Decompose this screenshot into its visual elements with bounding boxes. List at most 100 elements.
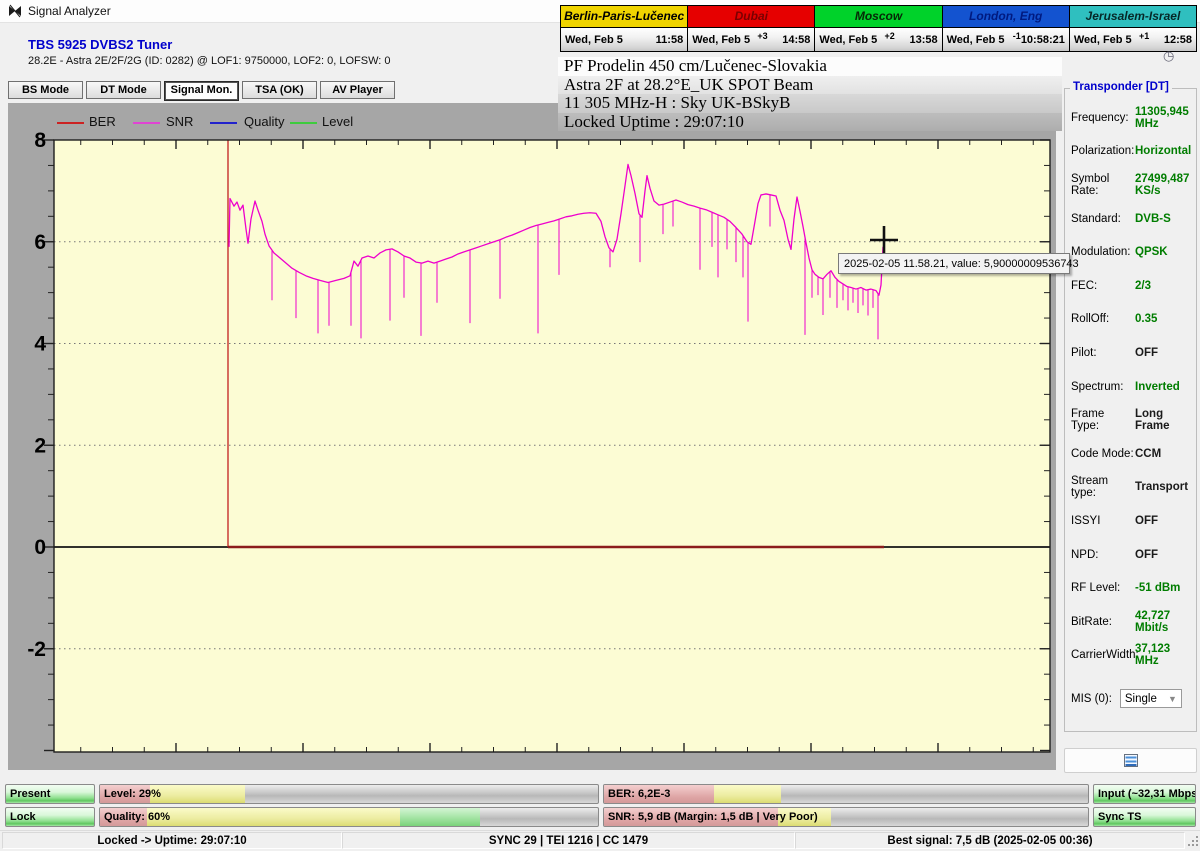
tab-bs-mode[interactable]: BS Mode bbox=[8, 81, 83, 99]
clock-card: Dubai Wed, Feb 5 +3 14:58 bbox=[688, 6, 815, 51]
transponder-value: CCM bbox=[1135, 448, 1161, 460]
feed-info-line: Astra 2F at 28.2°E_UK SPOT Beam bbox=[558, 76, 1062, 95]
clock-time-row: Wed, Feb 5 +1 12:58 bbox=[1070, 28, 1196, 51]
y-axis-label: 2 bbox=[34, 434, 46, 457]
transponder-label: Frame Type: bbox=[1071, 408, 1135, 432]
clock-time: 11:58 bbox=[640, 34, 683, 46]
transponder-row: BitRate: 42,727 Mbit/s bbox=[1071, 605, 1194, 639]
transponder-value: Inverted bbox=[1135, 381, 1180, 393]
transponder-label: Code Mode: bbox=[1071, 448, 1135, 460]
signal-analyzer-window: { "window": { "title": "Signal Analyzer"… bbox=[0, 0, 1200, 850]
clock-time: 13:58 bbox=[895, 34, 938, 46]
meter-segment-yellow bbox=[150, 785, 245, 803]
status-bar: Locked -> Uptime: 29:07:10 SYNC 29 | TEI… bbox=[0, 830, 1200, 851]
legend-level-swatch bbox=[290, 122, 317, 124]
indicator-input-32-31-mbps-: Input (~32,31 Mbps) bbox=[1093, 784, 1196, 804]
legend-ber-swatch bbox=[57, 122, 84, 124]
transponder-value: DVB-S bbox=[1135, 213, 1171, 225]
chevron-down-icon: ▼ bbox=[1168, 694, 1177, 704]
transponder-label: Spectrum: bbox=[1071, 381, 1135, 393]
transponder-value: 2/3 bbox=[1135, 280, 1151, 292]
transponder-label: Pilot: bbox=[1071, 347, 1135, 359]
chart-tooltip: 2025-02-05 11.58.21, value: 5,9000000953… bbox=[838, 253, 1070, 274]
transponder-row: Frequency: 11305,945 MHz bbox=[1071, 101, 1194, 135]
app-icon bbox=[8, 4, 22, 18]
indicator-lock-label: Lock bbox=[10, 808, 36, 826]
indicator-present-label: Present bbox=[10, 785, 50, 803]
transponder-value: 42,727 Mbit/s bbox=[1135, 610, 1194, 634]
tab-av-player[interactable]: AV Player bbox=[320, 81, 395, 99]
meter-quality-label: Quality: 60% bbox=[104, 808, 170, 826]
meter-snr: SNR: 5,9 dB (Margin: 1,5 dB | Very Poor) bbox=[603, 807, 1089, 827]
world-clocks: Berlin-Paris-Lučenec Wed, Feb 5 11:58 Du… bbox=[560, 5, 1197, 52]
clock-utc-offset: +2 bbox=[877, 31, 895, 41]
indicator-input-32-31-mbps--label: Input (~32,31 Mbps) bbox=[1098, 785, 1196, 803]
legend-snr-label: SNR bbox=[166, 114, 193, 129]
save-button[interactable] bbox=[1064, 748, 1197, 773]
transponder-label: Symbol Rate: bbox=[1071, 173, 1135, 197]
clock-city: Berlin-Paris-Lučenec bbox=[561, 6, 687, 28]
indicator-sync-ts: Sync TS bbox=[1093, 807, 1196, 827]
window-title: Signal Analyzer bbox=[28, 4, 111, 18]
transponder-row: Code Mode: CCM bbox=[1071, 437, 1194, 471]
transponder-value: 11305,945 MHz bbox=[1135, 106, 1194, 130]
clock-time-row: Wed, Feb 5 -1 10:58:21 bbox=[943, 28, 1069, 51]
transponder-label: BitRate: bbox=[1071, 616, 1135, 628]
meter-segment-yellow bbox=[147, 808, 400, 826]
clock-time-row: Wed, Feb 5 +3 14:58 bbox=[688, 28, 814, 51]
meter-level: Level: 29% bbox=[99, 784, 599, 804]
feed-info-block: PF Prodelin 450 cm/Lučenec-Slovakia Astr… bbox=[558, 57, 1062, 131]
tuner-name: TBS 5925 DVBS2 Tuner bbox=[28, 37, 172, 52]
transponder-value: QPSK bbox=[1135, 246, 1168, 258]
clock-city: Moscow bbox=[815, 6, 941, 28]
indicator-present: Present bbox=[5, 784, 95, 804]
meter-quality: Quality: 60% bbox=[99, 807, 599, 827]
transponder-rows: Frequency: 11305,945 MHzPolarization: Ho… bbox=[1071, 101, 1194, 672]
clock-card: Moscow Wed, Feb 5 +2 13:58 bbox=[815, 6, 942, 51]
tab-tsa-ok-[interactable]: TSA (OK) bbox=[242, 81, 317, 99]
mis-dropdown[interactable]: Single ▼ bbox=[1120, 689, 1182, 708]
meter-ber: BER: 6,2E-3 bbox=[603, 784, 1089, 804]
clock-time: 12:58 bbox=[1149, 34, 1192, 46]
transponder-value: 0.35 bbox=[1135, 313, 1157, 325]
clock-card: Berlin-Paris-Lučenec Wed, Feb 5 11:58 bbox=[561, 6, 688, 51]
signal-chart[interactable]: 86420-2 bbox=[8, 103, 1056, 770]
y-axis-label: 8 bbox=[34, 129, 46, 152]
legend-ber-label: BER bbox=[89, 114, 116, 129]
transponder-label: Polarization: bbox=[1071, 145, 1135, 157]
clock-date: Wed, Feb 5 bbox=[692, 34, 750, 46]
clock-time-row: Wed, Feb 5 11:58 bbox=[561, 28, 687, 51]
tuner-info: 28.2E - Astra 2E/2F/2G (ID: 0282) @ LOF1… bbox=[28, 55, 391, 67]
transponder-row: FEC: 2/3 bbox=[1071, 269, 1194, 303]
legend-quality-swatch bbox=[210, 122, 237, 124]
indicator-lock: Lock bbox=[5, 807, 95, 827]
clock-card: London, Eng Wed, Feb 5 -1 10:58:21 bbox=[943, 6, 1070, 51]
transponder-row: Modulation: QPSK bbox=[1071, 235, 1194, 269]
clock-utc-offset: -1 bbox=[1004, 31, 1020, 41]
tab-signal-mon-[interactable]: Signal Mon. bbox=[164, 81, 239, 101]
tab-dt-mode[interactable]: DT Mode bbox=[86, 81, 161, 99]
transponder-label: RF Level: bbox=[1071, 582, 1135, 594]
transponder-row: CarrierWidth: 37,123 MHz bbox=[1071, 639, 1194, 673]
transponder-value: Transport bbox=[1135, 481, 1188, 493]
clock-utc-offset: +3 bbox=[750, 31, 768, 41]
legend-level-label: Level bbox=[322, 114, 353, 129]
transponder-label: NPD: bbox=[1071, 549, 1135, 561]
chart-legend: BERSNRQualityLevel bbox=[8, 109, 608, 129]
transponder-value: OFF bbox=[1135, 549, 1158, 561]
status-uptime: Locked -> Uptime: 29:07:10 bbox=[2, 832, 342, 849]
y-axis-label: 6 bbox=[34, 231, 46, 254]
clock-widget-icon: ◷ bbox=[1163, 48, 1174, 64]
transponder-row: Polarization: Horizontal bbox=[1071, 135, 1194, 169]
transponder-label: FEC: bbox=[1071, 280, 1135, 292]
resize-grip[interactable] bbox=[1188, 836, 1198, 846]
clock-city: Dubai bbox=[688, 6, 814, 28]
clock-date: Wed, Feb 5 bbox=[947, 34, 1005, 46]
transponder-row: Stream type: Transport bbox=[1071, 471, 1194, 505]
clock-time: 10:58:21 bbox=[1021, 34, 1065, 46]
clock-utc-offset: +1 bbox=[1132, 31, 1150, 41]
feed-info-line: 11 305 MHz-H : Sky UK-BSkyB bbox=[558, 94, 1062, 113]
transponder-row: NPD: OFF bbox=[1071, 538, 1194, 572]
legend-snr-swatch bbox=[133, 122, 160, 124]
transponder-label: Stream type: bbox=[1071, 475, 1135, 499]
